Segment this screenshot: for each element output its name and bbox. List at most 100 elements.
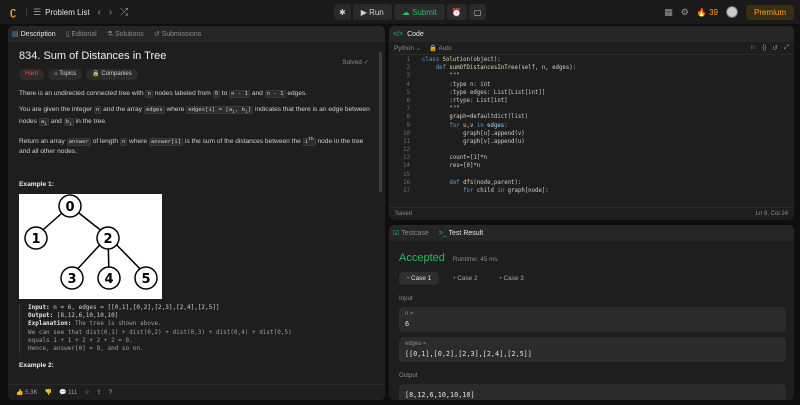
companies-label: Companies	[101, 71, 132, 77]
tab-submissions[interactable]: ↺ Submissions	[154, 30, 202, 38]
code-line[interactable]: 9 for u,v in edges:	[389, 122, 794, 130]
history-icon: ↺	[153, 31, 162, 38]
text: ]	[247, 107, 252, 113]
like-button[interactable]: 👍 5.3K	[16, 389, 38, 396]
scrollbar[interactable]	[379, 52, 382, 192]
thumbs-up-icon: 👍	[16, 390, 24, 396]
companies-badge[interactable]: 🔒 Companies	[86, 69, 138, 80]
reset-icon[interactable]: ↺	[773, 44, 778, 52]
code-line[interactable]: 3 """	[389, 72, 794, 80]
code-editor[interactable]: 1 class Solution(object): 2 def sumOfDista…	[389, 56, 794, 220]
inline-code: n - 1	[229, 90, 250, 98]
code-token: dfs	[463, 179, 474, 186]
shuffle-icon[interactable]: ⤮	[120, 7, 128, 18]
tree-node-circles	[24, 194, 158, 290]
case-tab-1[interactable]: • Case 1	[399, 272, 440, 285]
layout-icon[interactable]: ▦	[664, 7, 673, 18]
input-n-box: n = 6	[399, 307, 786, 332]
param-value: [[0,1],[0,2],[2,3],[2,4],[2,5]]	[405, 350, 532, 358]
inline-code: answer[i]	[148, 138, 184, 147]
problem-description: 834. Sum of Distances in Tree Hard ⌂ Top…	[8, 42, 385, 377]
tab-testcase[interactable]: ☑ Testcase	[393, 229, 429, 237]
inline-code: answer	[66, 138, 91, 147]
topics-badge[interactable]: ⌂ Topics	[48, 69, 83, 80]
help-icon[interactable]: ?	[109, 390, 112, 396]
code-line[interactable]: 6 :rtype: List[int]	[389, 97, 794, 105]
input-value: n = 6, edges = [[0,1],[0,2],[2,3],[2,4],…	[49, 304, 220, 312]
paragraph-3: Return an array answer of length n where…	[19, 135, 374, 156]
case-label: Case 3	[503, 275, 524, 282]
code-token: Solution	[442, 57, 470, 63]
tab-test-result[interactable]: >_ Test Result	[439, 230, 483, 237]
expand-icon[interactable]: ⤢	[784, 44, 789, 52]
tab-description[interactable]: ▤ Description	[12, 30, 56, 38]
code-token: class	[422, 57, 443, 63]
code-token: :type n: int	[422, 81, 491, 88]
tab-label: Description	[20, 31, 56, 38]
tab-editorial[interactable]: ▯ Editorial	[66, 30, 97, 38]
run-button[interactable]: ▶ Run	[352, 4, 392, 20]
code-token: graph[node]:	[507, 188, 549, 194]
tab-label: Testcase	[401, 230, 429, 237]
code-line[interactable]: 15	[389, 171, 794, 179]
code-line[interactable]: 10 graph[u].append(v)	[389, 130, 794, 138]
submit-button[interactable]: ☁ Submit	[393, 4, 445, 20]
bookmark-icon[interactable]: ⚐	[751, 44, 757, 52]
text: There is an undirected connected tree wi…	[19, 90, 146, 97]
case-tab-3[interactable]: • Case 3	[492, 272, 532, 285]
debug-icon[interactable]: ✱	[334, 4, 351, 20]
list-icon[interactable]: ☰	[33, 7, 41, 18]
settings-icon[interactable]: ⚙	[681, 7, 689, 18]
language-select[interactable]: Python ⌄	[394, 44, 421, 52]
share-icon[interactable]: ⇪	[97, 389, 102, 396]
tab-solutions[interactable]: ⚗ Solutions	[107, 30, 144, 38]
output-box: [8,12,6,10,10,10]	[399, 384, 786, 400]
tab-code[interactable]: </> Code	[393, 31, 424, 38]
code-panel: </> Code Python ⌄ 🔒 Auto ⚐ {} ↺ ⤢ 1 class…	[389, 26, 794, 220]
comments-button[interactable]: 💬 111	[59, 389, 77, 396]
avatar[interactable]	[725, 6, 738, 18]
play-icon: ▶	[360, 7, 370, 17]
code-line[interactable]: 1 class Solution(object):	[389, 56, 794, 64]
problem-list-link[interactable]: Problem List	[45, 8, 89, 17]
explanation-label: Explanation:	[28, 320, 72, 328]
code-text: res=[0]*n	[422, 162, 480, 170]
premium-button[interactable]: Premium	[745, 4, 794, 20]
page-title[interactable]: 834. Sum of Distances in Tree	[19, 51, 374, 62]
next-problem-icon[interactable]: ›	[109, 7, 112, 18]
code-text: count=[1]*n	[422, 154, 487, 162]
code-line[interactable]: 8 graph=defaultdict(list)	[389, 113, 794, 121]
notes-icon[interactable]: ▢	[468, 4, 487, 20]
code-line[interactable]: 11 graph[v].append(u)	[389, 138, 794, 146]
code-line[interactable]: 17 for child in graph[node]:	[389, 187, 794, 195]
line-number: 10	[403, 130, 410, 137]
runtime: Runtime: 45 ms	[452, 256, 498, 263]
streak-counter[interactable]: 🔥 39	[697, 8, 718, 17]
case-label: Case 1	[411, 275, 432, 282]
code-line[interactable]: 4 :type n: int	[389, 81, 794, 89]
code-line[interactable]: 13 count=[1]*n	[389, 154, 794, 162]
code-line[interactable]: 5 :type edges: List[List[int]]	[389, 89, 794, 97]
line-number: 14	[403, 163, 410, 170]
code-line[interactable]: 12	[389, 146, 794, 154]
output-label: Output:	[28, 312, 54, 320]
code-line[interactable]: 16 def dfs(node,parent):	[389, 179, 794, 187]
code-line[interactable]: 7 """	[389, 105, 794, 113]
text: You are given the integer	[19, 106, 94, 113]
tree-diagram: 0 1 2 3 4 5	[24, 194, 158, 290]
timer-icon[interactable]: ⏰	[446, 4, 467, 20]
auto-mode[interactable]: 🔒 Auto	[429, 44, 452, 52]
dislike-icon[interactable]: 👎	[45, 389, 52, 396]
case-tab-2[interactable]: • Case 2	[445, 272, 485, 285]
lock-icon: 🔒	[429, 45, 438, 52]
leetcode-logo-icon[interactable]: ʗ	[6, 5, 20, 19]
star-icon[interactable]: ☆	[84, 389, 89, 396]
code-line[interactable]: 14 res=[0]*n	[389, 162, 794, 170]
tab-label: Code	[407, 30, 424, 38]
account-tools: ▦ ⚙ 🔥 39 Premium	[664, 4, 794, 20]
braces-icon[interactable]: {}	[762, 44, 766, 52]
code-token: for	[449, 122, 464, 129]
code-line[interactable]: 2 def sumOfDistancesInTree(self, n, edge…	[389, 64, 794, 72]
prev-problem-icon[interactable]: ‹	[98, 7, 101, 18]
line-number: 6	[406, 97, 410, 104]
